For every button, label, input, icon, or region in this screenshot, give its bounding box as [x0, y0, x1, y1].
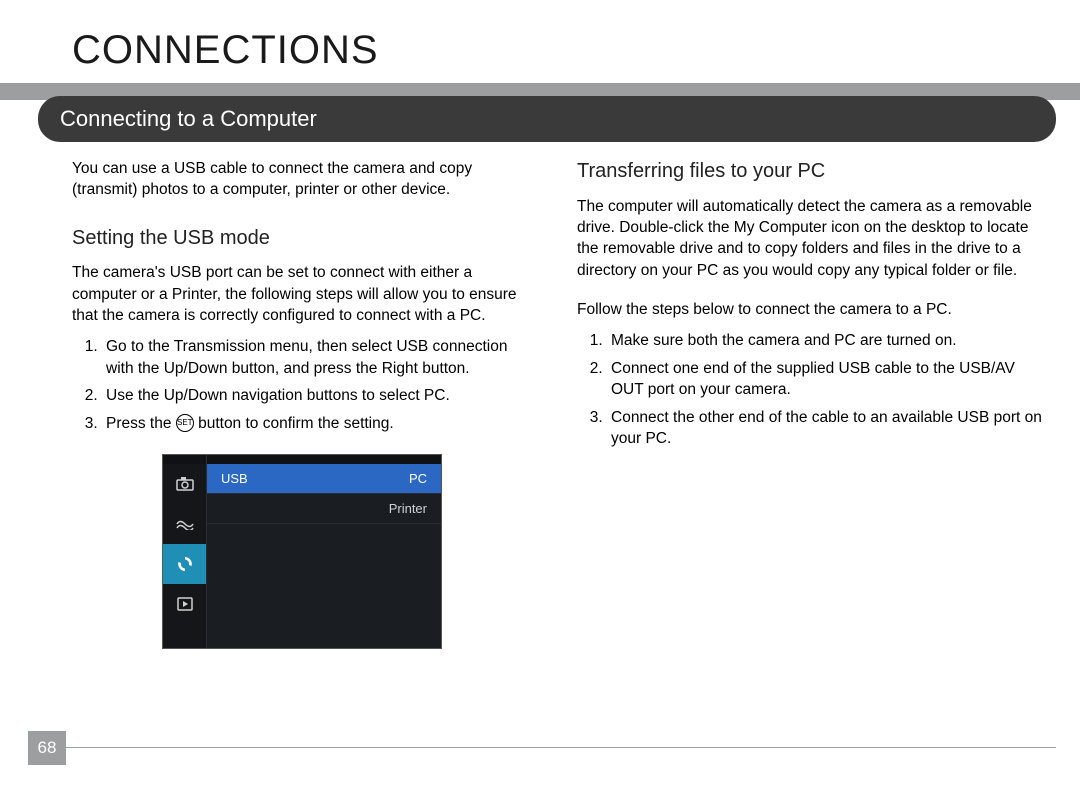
set-button-icon: SET [176, 414, 194, 432]
camera-icon [163, 464, 206, 504]
subheading-transfer: Transferring files to your PC [577, 158, 1042, 186]
content-columns: You can use a USB cable to connect the c… [0, 146, 1080, 649]
camera-side-tabs [163, 455, 207, 648]
play-icon [163, 584, 206, 624]
transmission-icon [163, 544, 206, 584]
menu-row-usb: USB PC [207, 464, 441, 494]
menu-value: Printer [389, 500, 427, 518]
list-item: Make sure both the camera and PC are tur… [607, 330, 1042, 351]
list-item: Use the Up/Down navigation buttons to se… [102, 385, 537, 406]
subheading-usb-mode: Setting the USB mode [72, 225, 537, 253]
list-item: Connect the other end of the cable to an… [607, 407, 1042, 450]
menu-value: PC [409, 470, 427, 488]
step3-prefix: Press the [106, 415, 176, 432]
intro-text: You can use a USB cable to connect the c… [72, 158, 537, 201]
usb-mode-paragraph: The camera's USB port can be set to conn… [72, 262, 537, 326]
page-title: CONNECTIONS [0, 0, 1080, 83]
right-column: Transferring files to your PC The comput… [577, 158, 1042, 649]
list-item: Go to the Transmission menu, then select… [102, 336, 537, 379]
page-number: 68 [28, 731, 66, 765]
camera-menu-screenshot: USB PC Printer [162, 454, 442, 649]
left-column: You can use a USB cable to connect the c… [72, 158, 537, 649]
section-title-bar: Connecting to a Computer [38, 96, 1056, 142]
transfer-paragraph: The computer will automatically detect t… [577, 196, 1042, 282]
menu-row-printer: Printer [207, 494, 441, 524]
follow-steps-text: Follow the steps below to connect the ca… [577, 299, 1042, 320]
list-item: Connect one end of the supplied USB cabl… [607, 358, 1042, 401]
step3-suffix: button to confirm the setting. [194, 415, 394, 432]
usb-mode-steps: Go to the Transmission menu, then select… [72, 336, 537, 434]
camera-menu-body: USB PC Printer [207, 455, 441, 648]
settings-icon [163, 504, 206, 544]
connect-steps: Make sure both the camera and PC are tur… [577, 330, 1042, 449]
footer-rule [66, 747, 1056, 748]
page-footer: 68 [0, 731, 1080, 765]
menu-label: USB [221, 470, 248, 488]
list-item: Press the SET button to confirm the sett… [102, 413, 537, 434]
